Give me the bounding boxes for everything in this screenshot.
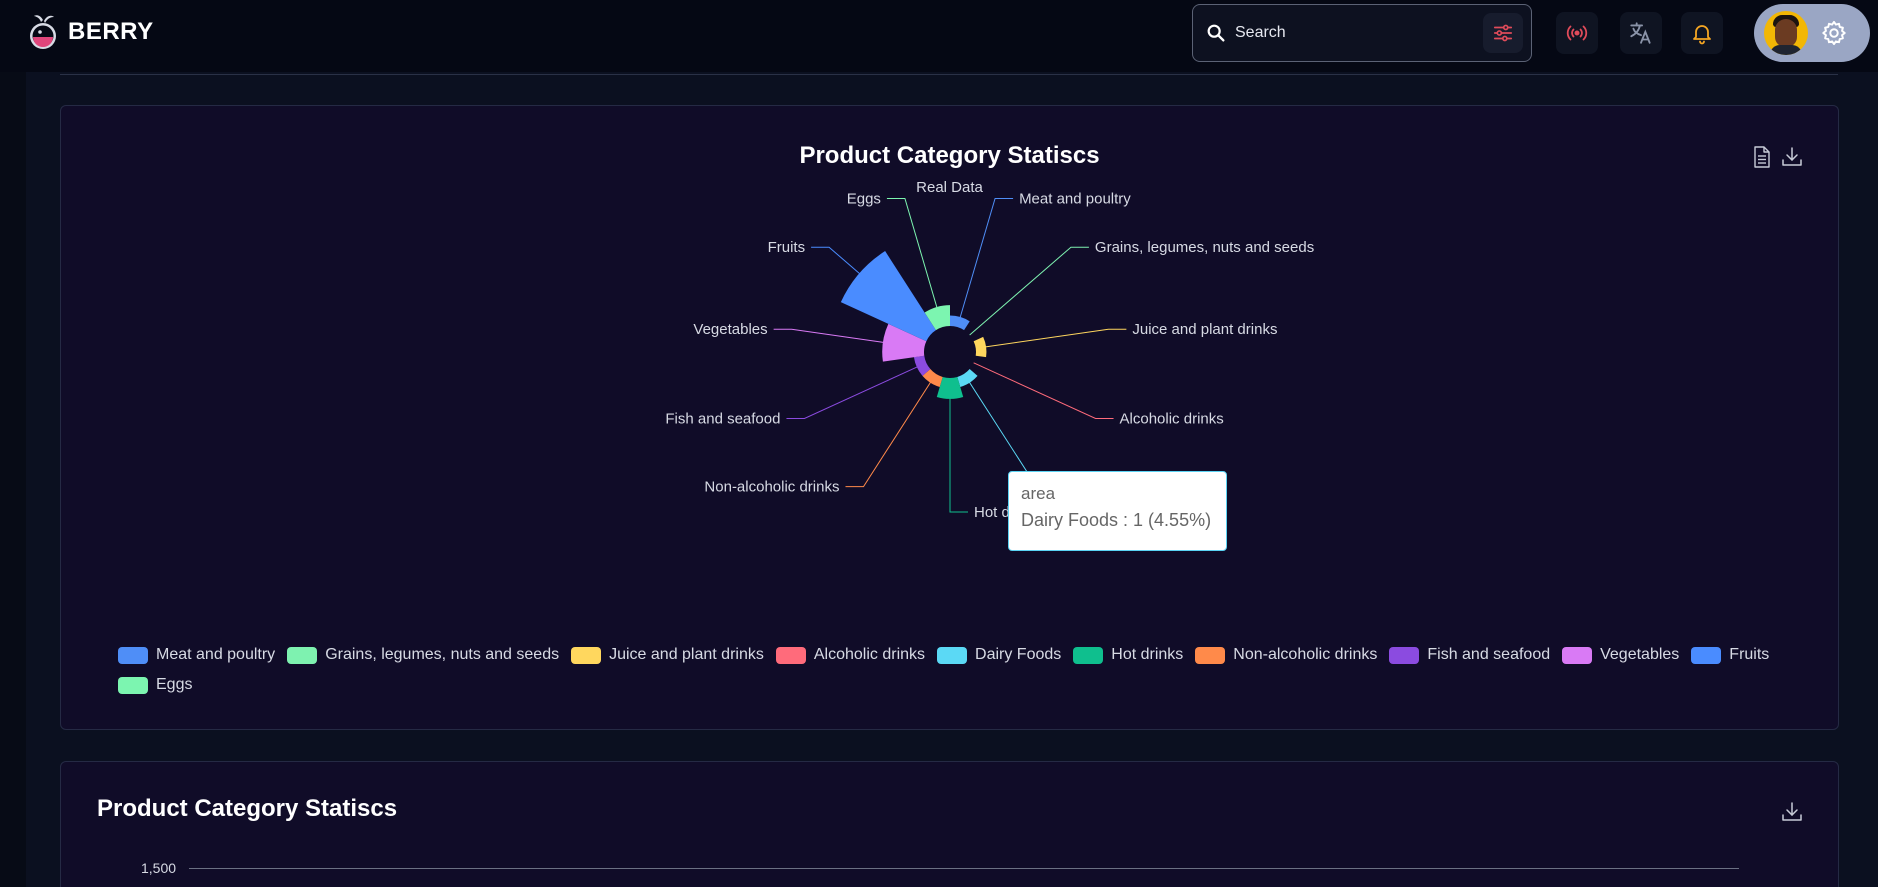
- legend-label: Fish and seafood: [1427, 646, 1551, 663]
- profile-button[interactable]: [1754, 4, 1870, 62]
- berry-logo-icon: [30, 15, 56, 49]
- legend-label: Hot drinks: [1111, 646, 1184, 663]
- legend-label: Non-alcoholic drinks: [1233, 646, 1378, 663]
- slice-label-vegetables: Vegetables: [693, 321, 767, 338]
- legend-swatch: [118, 646, 148, 664]
- gear-icon: [1822, 20, 1846, 46]
- legend-item-alcoholic-drinks[interactable]: Alcoholic drinks: [775, 644, 926, 666]
- slice-label-grains-legumes-nuts-and-seeds: Grains, legumes, nuts and seeds: [1095, 239, 1314, 256]
- translate-icon: [1630, 22, 1651, 44]
- chart-card-rose: Product Category Statiscs Real Data Meat…: [60, 105, 1839, 730]
- chart-card-bar: Product Category Statiscs 1,500: [60, 761, 1839, 887]
- legend-item-fish-and-seafood[interactable]: Fish and seafood: [1389, 644, 1550, 666]
- slice-label-juice-and-plant-drinks: Juice and plant drinks: [1132, 321, 1277, 338]
- leader-line-fruits: [811, 246, 863, 277]
- legend-item-non-alcoholic-drinks[interactable]: Non-alcoholic drinks: [1195, 644, 1377, 666]
- brand[interactable]: BERRY: [26, 12, 154, 52]
- legend-swatch: [937, 646, 968, 664]
- y-tick-label: 1,500: [141, 860, 177, 876]
- slice-label-alcoholic-drinks: Alcoholic drinks: [1120, 410, 1224, 427]
- legend-label: Dairy Foods: [975, 646, 1062, 663]
- legend-swatch: [287, 646, 318, 664]
- tooltip-series: area: [1021, 484, 1056, 503]
- rose-chart: Meat and poultry Grains, legumes, nuts an…: [665, 190, 1314, 521]
- legend-label: Grains, legumes, nuts and seeds: [325, 646, 560, 663]
- legend-swatch: [1073, 646, 1104, 664]
- legend-swatch: [775, 646, 806, 664]
- legend-item-eggs[interactable]: Eggs: [118, 674, 192, 696]
- leader-line-hot-drinks: [949, 394, 968, 513]
- slice-label-fish-and-seafood: Fish and seafood: [665, 410, 780, 427]
- leader-line-vegetables: [773, 328, 887, 344]
- sliders-icon: [1493, 24, 1513, 42]
- slice-dairy-foods[interactable]: [957, 369, 978, 387]
- chart-title: Product Category Statiscs: [97, 795, 398, 822]
- legend-item-juice-and-plant-drinks[interactable]: Juice and plant drinks: [571, 644, 764, 666]
- slice-label-eggs: Eggs: [847, 190, 881, 207]
- tooltip-text: Dairy Foods : 1 (4.55%): [1021, 510, 1212, 530]
- legend-label: Eggs: [156, 676, 193, 693]
- legend-label: Alcoholic drinks: [813, 646, 926, 663]
- filter-button[interactable]: [1483, 13, 1523, 53]
- slice-label-non-alcoholic-drinks: Non-alcoholic drinks: [704, 479, 839, 496]
- notifications-button[interactable]: [1681, 12, 1723, 54]
- app-name: BERRY: [68, 18, 154, 45]
- search-icon: [1207, 24, 1225, 42]
- legend-swatch: [1389, 646, 1420, 664]
- legend-label: Fruits: [1729, 646, 1770, 663]
- chart-legend: Meat and poultry Grains, legumes, nuts an…: [118, 644, 1798, 696]
- legend-item-vegetables[interactable]: Vegetables: [1562, 644, 1679, 666]
- legend-label: Vegetables: [1600, 646, 1680, 663]
- leader-line-meat-and-poultry: [958, 197, 1014, 322]
- legend-swatch: [1195, 646, 1226, 664]
- legend-label: Meat and poultry: [156, 646, 276, 663]
- leader-line-fish-and-seafood: [786, 365, 921, 419]
- leader-line-grains-legumes-nuts-and-seeds: [969, 246, 1089, 336]
- slice-label-meat-and-poultry: Meat and poultry: [1019, 190, 1131, 207]
- legend-swatch: [118, 676, 148, 694]
- leader-line-juice-and-plant-drinks: [982, 328, 1127, 348]
- avatar: [1764, 11, 1808, 55]
- leader-line-alcoholic-drinks: [973, 362, 1114, 419]
- legend-item-hot-drinks[interactable]: Hot drinks: [1073, 644, 1183, 666]
- divider: [60, 74, 1838, 75]
- sidebar-edge: [0, 72, 26, 887]
- legend-item-fruits[interactable]: Fruits: [1691, 644, 1769, 666]
- legend-label: Juice and plant drinks: [609, 646, 764, 663]
- search-input[interactable]: [1235, 24, 1483, 42]
- broadcast-icon: [1566, 25, 1588, 41]
- slice-label-fruits: Fruits: [768, 239, 806, 256]
- bell-icon: [1693, 25, 1711, 45]
- legend-item-grains-legumes-nuts-and-seeds[interactable]: Grains, legumes, nuts and seeds: [287, 644, 559, 666]
- top-app-bar: BERRY: [0, 0, 1878, 72]
- legend-swatch: [1562, 646, 1593, 664]
- chart-tooltip: area Dairy Foods : 1 (4.55%): [1008, 471, 1227, 551]
- search-box[interactable]: [1192, 4, 1532, 62]
- language-button[interactable]: [1620, 12, 1662, 54]
- legend-item-dairy-foods[interactable]: Dairy Foods: [937, 644, 1061, 666]
- download-icon[interactable]: [1781, 800, 1803, 824]
- legend-item-meat-and-poultry[interactable]: Meat and poultry: [118, 644, 275, 666]
- live-button[interactable]: [1556, 12, 1598, 54]
- legend-swatch: [1691, 646, 1722, 664]
- legend-swatch: [571, 646, 602, 664]
- gridline: [189, 868, 1739, 869]
- leader-line-non-alcoholic-drinks: [845, 379, 933, 488]
